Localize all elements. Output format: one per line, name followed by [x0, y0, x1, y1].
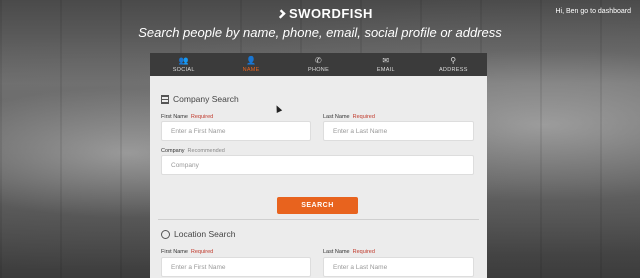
- envelope-icon: ✉: [382, 55, 390, 65]
- label-text: Last Name: [323, 114, 350, 120]
- label-text: First Name: [161, 114, 188, 120]
- tab-phone[interactable]: ✆ PHONE: [285, 53, 352, 76]
- compass-icon: [161, 229, 170, 239]
- search-panel: 👥 SOCIAL 👤 NAME ✆ PHONE ✉ EMAIL ⚲ ADDRES…: [150, 53, 487, 278]
- tab-name[interactable]: 👤 NAME: [217, 53, 284, 76]
- last-name-label: Last Name Required: [323, 114, 375, 120]
- company-last-name-input[interactable]: [323, 121, 474, 141]
- tab-social[interactable]: 👥 SOCIAL: [150, 53, 217, 76]
- page-headline: Search people by name, phone, email, soc…: [138, 25, 502, 40]
- location-last-name-input[interactable]: [323, 257, 474, 277]
- tab-email[interactable]: ✉ EMAIL: [352, 53, 419, 76]
- search-type-tabs: 👥 SOCIAL 👤 NAME ✆ PHONE ✉ EMAIL ⚲ ADDRES…: [150, 53, 487, 76]
- top-bar: SWORDFISH Hi, Ben go to dashboard: [0, 0, 640, 26]
- required-tag: Required: [352, 114, 375, 120]
- required-tag: Required: [352, 249, 375, 255]
- person-icon: 👤: [245, 55, 257, 65]
- label-text: First Name: [161, 249, 188, 255]
- dashboard-link[interactable]: Hi, Ben go to dashboard: [556, 8, 632, 15]
- brand-logo[interactable]: SWORDFISH: [276, 6, 373, 21]
- label-text: Last Name: [323, 249, 350, 255]
- recommended-tag: Recommended: [187, 148, 225, 154]
- location-first-name-input[interactable]: [161, 257, 311, 277]
- company-label: Company Recommended: [161, 148, 225, 154]
- tab-address[interactable]: ⚲ ADDRESS: [420, 53, 487, 76]
- building-icon: [161, 94, 169, 104]
- section-divider: [158, 219, 479, 220]
- tab-label: EMAIL: [376, 66, 395, 73]
- chevron-logo-icon: [276, 8, 286, 19]
- company-search-heading: Company Search: [161, 94, 239, 104]
- company-first-name-input[interactable]: [161, 121, 311, 141]
- location-first-name-label: First Name Required: [161, 249, 213, 255]
- location-search-heading: Location Search: [161, 229, 235, 239]
- tab-label: ADDRESS: [438, 66, 468, 73]
- required-tag: Required: [190, 114, 214, 120]
- section-title: Location Search: [174, 229, 236, 239]
- company-input[interactable]: [161, 155, 474, 175]
- search-button[interactable]: SEARCH: [277, 197, 358, 214]
- tab-label: SOCIAL: [172, 66, 195, 73]
- brand-name: SWORDFISH: [289, 6, 373, 21]
- phone-icon: ✆: [315, 55, 323, 65]
- required-tag: Required: [190, 249, 214, 255]
- tab-label: NAME: [242, 66, 260, 73]
- location-last-name-label: Last Name Required: [323, 249, 375, 255]
- users-icon: 👥: [178, 55, 189, 65]
- tab-label: PHONE: [307, 66, 330, 73]
- map-pin-icon: ⚲: [450, 55, 457, 65]
- label-text: Company: [161, 148, 185, 154]
- first-name-label: First Name Required: [161, 114, 213, 120]
- section-title: Company Search: [173, 94, 239, 104]
